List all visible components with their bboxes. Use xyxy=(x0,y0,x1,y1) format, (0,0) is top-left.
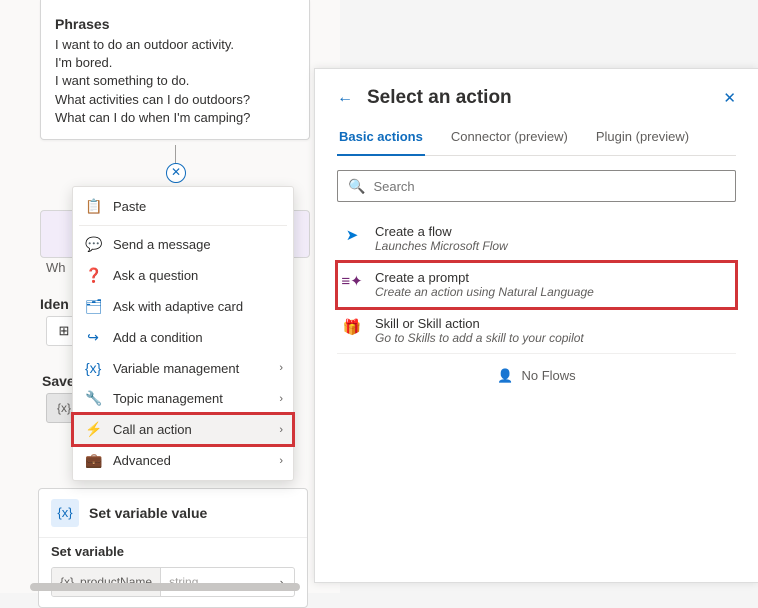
ask-with-adaptive-card-icon: 🗂 xyxy=(85,298,101,315)
action-create-a-prompt[interactable]: ≡✦ Create a promptCreate an action using … xyxy=(337,262,736,308)
set-variable-title: Set variable value xyxy=(89,505,207,521)
variable-management-icon: {x} xyxy=(85,360,101,376)
chevron-right-icon: › xyxy=(279,455,283,467)
menu-item-add-a-condition[interactable]: ↪ Add a condition xyxy=(73,322,293,353)
chevron-right-icon: › xyxy=(279,424,283,436)
trigger-phrases-card[interactable]: Phrases I want to do an outdoor activity… xyxy=(40,0,310,140)
advanced-icon: 💼 xyxy=(85,452,101,469)
menu-item-ask-with-adaptive-card[interactable]: 🗂 Ask with adaptive card xyxy=(73,291,293,322)
menu-item-variable-management[interactable]: {x} Variable management › xyxy=(73,353,293,383)
panel-header: ← Select an action ✕ xyxy=(337,87,736,109)
add-a-condition-icon: ↪ xyxy=(85,329,101,346)
phrase-line: I want something to do. xyxy=(55,72,295,90)
menu-item-label: Advanced xyxy=(113,453,171,468)
action-text: Create a promptCreate an action using Na… xyxy=(375,270,594,299)
panel-title: Select an action xyxy=(367,87,709,109)
menu-item-send-a-message[interactable]: 💬 Send a message xyxy=(73,229,293,260)
search-icon: 🔍 xyxy=(348,178,365,195)
menu-item-label: Paste xyxy=(113,199,146,214)
action-title: Create a prompt xyxy=(375,270,594,285)
add-node-chip[interactable]: ✕ xyxy=(166,163,186,183)
paste-icon: 📋 xyxy=(85,198,101,215)
tabs: Basic actions Connector (preview) Plugin (… xyxy=(337,123,736,156)
action-title: Create a flow xyxy=(375,224,508,239)
send-a-message-icon: 💬 xyxy=(85,236,101,253)
action-text: Skill or Skill actionGo to Skills to add… xyxy=(375,316,584,345)
back-arrow-icon[interactable]: ← xyxy=(337,89,353,107)
identify-label: Iden xyxy=(40,296,69,312)
variable-chip: {x} productName xyxy=(52,568,161,596)
actions-list: ➤ Create a flowLaunches Microsoft Flow ≡✦ C… xyxy=(337,216,736,354)
phrase-line: I want to do an outdoor activity. xyxy=(55,36,295,54)
ask-a-question-icon: ❓ xyxy=(85,267,101,284)
tab-connector-preview-[interactable]: Connector (preview) xyxy=(449,123,570,155)
create-a-prompt-icon: ≡✦ xyxy=(341,270,363,292)
action-title: Skill or Skill action xyxy=(375,316,584,331)
menu-item-label: Send a message xyxy=(113,237,211,252)
create-a-flow-icon: ➤ xyxy=(341,224,363,246)
phrase-line: What activities can I do outdoors? xyxy=(55,91,295,109)
chevron-right-icon: › xyxy=(279,362,283,374)
set-variable-header: {x} Set variable value xyxy=(39,489,307,538)
topic-management-icon: 🔧 xyxy=(85,390,101,407)
save-label: Save xyxy=(42,373,75,389)
action-create-a-flow[interactable]: ➤ Create a flowLaunches Microsoft Flow xyxy=(337,216,736,262)
menu-item-label: Ask with adaptive card xyxy=(113,299,243,314)
truncated-label: Wh xyxy=(46,260,66,275)
search-input[interactable] xyxy=(373,179,725,194)
close-icon[interactable]: ✕ xyxy=(723,89,736,107)
search-box[interactable]: 🔍 xyxy=(337,170,736,202)
tab-plugin-preview-[interactable]: Plugin (preview) xyxy=(594,123,691,155)
connector-line xyxy=(175,145,176,165)
phrases-heading: Phrases xyxy=(55,16,295,32)
action-subtitle: Create an action using Natural Language xyxy=(375,285,594,299)
menu-item-topic-management[interactable]: 🔧 Topic management › xyxy=(73,383,293,414)
no-flows-label: No Flows xyxy=(522,368,576,384)
menu-item-label: Variable management xyxy=(113,361,239,376)
menu-item-label: Ask a question xyxy=(113,268,198,283)
menu-item-label: Add a condition xyxy=(113,330,203,345)
action-skill-or-skill-action[interactable]: 🎁 Skill or Skill actionGo to Skills to ad… xyxy=(337,308,736,354)
tab-basic-actions[interactable]: Basic actions xyxy=(337,123,425,156)
menu-item-ask-a-question[interactable]: ❓ Ask a question xyxy=(73,260,293,291)
context-menu: 📋 Paste 💬 Send a message ❓ Ask a question 🗂 Ask… xyxy=(72,186,294,481)
menu-item-label: Topic management xyxy=(113,391,223,406)
horizontal-scrollbar[interactable] xyxy=(30,583,300,591)
phrase-line: What can I do when I'm camping? xyxy=(55,109,295,127)
menu-divider xyxy=(79,225,287,226)
phrase-line: I'm bored. xyxy=(55,54,295,72)
skill-or-skill-action-icon: 🎁 xyxy=(341,316,363,338)
menu-item-label: Call an action xyxy=(113,422,192,437)
variable-icon: {x} xyxy=(51,499,79,527)
action-subtitle: Launches Microsoft Flow xyxy=(375,239,508,253)
menu-item-call-an-action[interactable]: ⚡ Call an action › xyxy=(73,414,293,445)
select-action-panel: ← Select an action ✕ Basic actions Connec… xyxy=(314,68,758,583)
chevron-right-icon: › xyxy=(279,393,283,405)
menu-item-advanced[interactable]: 💼 Advanced › xyxy=(73,445,293,476)
action-subtitle: Go to Skills to add a skill to your copi… xyxy=(375,331,584,345)
no-flows: 👤 No Flows xyxy=(337,354,736,398)
set-variable-sublabel: Set variable xyxy=(39,538,307,563)
action-text: Create a flowLaunches Microsoft Flow xyxy=(375,224,508,253)
person-icon: 👤 xyxy=(497,368,513,384)
menu-item-paste[interactable]: 📋 Paste xyxy=(73,191,293,222)
call-an-action-icon: ⚡ xyxy=(85,421,101,438)
